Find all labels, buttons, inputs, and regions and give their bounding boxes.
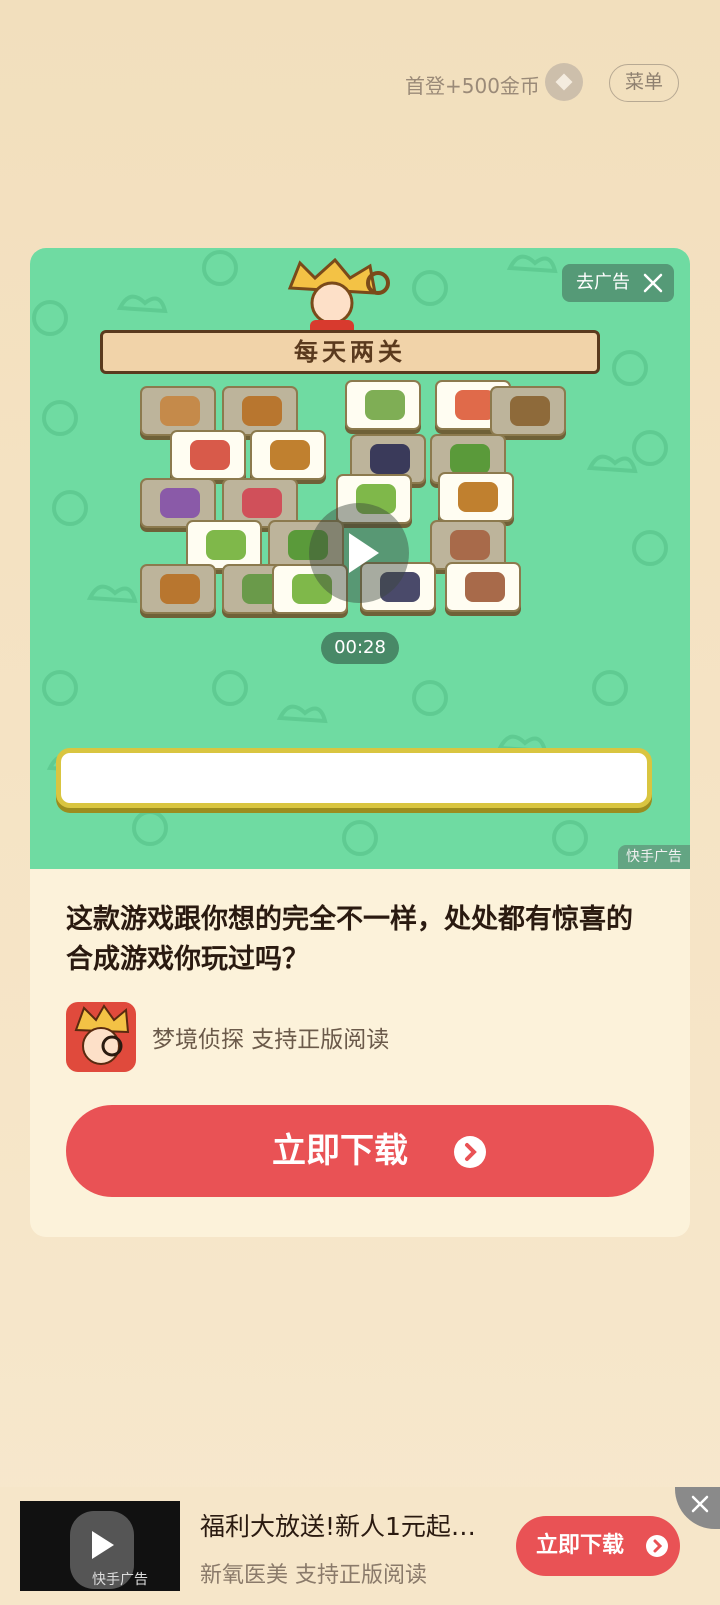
answer-bar bbox=[56, 748, 652, 808]
tile bbox=[250, 430, 326, 480]
coin-icon[interactable] bbox=[545, 63, 583, 101]
app-name[interactable]: 梦境侦探 支持正版阅读 bbox=[152, 1020, 389, 1054]
tile bbox=[222, 386, 298, 436]
bottom-ad-banner[interactable]: 快手广告 福利大放送!新人1元起… 新氧医美 支持正版阅读 立即下载 bbox=[0, 1487, 720, 1605]
bottom-ad-title[interactable]: 福利大放送!新人1元起… bbox=[200, 1507, 510, 1543]
ad-thumbnail[interactable]: 快手广告 bbox=[20, 1501, 180, 1591]
tile bbox=[140, 564, 216, 614]
ad-card[interactable]: 每天两关 00:28 去广告 快手广告 这款游戏跟你想的完全不一样，处处都有惊喜… bbox=[30, 248, 690, 1237]
remove-ad-button[interactable]: 去广告 bbox=[562, 264, 674, 302]
tile bbox=[490, 386, 566, 436]
download-label: 立即下载 bbox=[272, 1131, 408, 1171]
tile bbox=[445, 562, 521, 612]
chevron-right-icon bbox=[646, 1535, 668, 1557]
tile bbox=[140, 386, 216, 436]
menu-button[interactable]: 菜单 bbox=[609, 64, 679, 102]
first-login-bonus-text[interactable]: 首登+500金币 bbox=[405, 70, 540, 99]
ad-video[interactable]: 每天两关 00:28 去广告 快手广告 bbox=[30, 248, 690, 869]
top-bar: 首登+500金币 菜单 bbox=[0, 60, 720, 104]
play-button[interactable] bbox=[309, 503, 409, 603]
level-banner: 每天两关 bbox=[100, 330, 600, 374]
thumbnail-watermark: 快手广告 bbox=[92, 1572, 148, 1588]
ad-watermark: 快手广告 bbox=[618, 845, 690, 869]
bottom-download-button[interactable]: 立即下载 bbox=[516, 1516, 680, 1576]
remove-ad-label: 去广告 bbox=[576, 272, 630, 293]
play-icon bbox=[349, 533, 379, 573]
app-icon[interactable] bbox=[66, 1002, 136, 1072]
close-icon[interactable] bbox=[642, 272, 664, 294]
tile bbox=[345, 380, 421, 430]
tile bbox=[438, 472, 514, 522]
video-timer: 00:28 bbox=[321, 632, 399, 664]
tile bbox=[186, 520, 262, 570]
chevron-right-icon bbox=[454, 1136, 486, 1168]
play-icon bbox=[92, 1531, 114, 1559]
tile bbox=[170, 430, 246, 480]
download-button[interactable]: 立即下载 bbox=[66, 1105, 654, 1197]
bottom-download-label: 立即下载 bbox=[536, 1533, 625, 1558]
close-icon bbox=[691, 1495, 709, 1513]
banner-title: 每天两关 bbox=[294, 338, 406, 366]
detective-app-icon bbox=[74, 1004, 130, 1065]
ad-description[interactable]: 这款游戏跟你想的完全不一样，处处都有惊喜的合成游戏你玩过吗？ bbox=[66, 900, 656, 980]
bottom-ad-app-name[interactable]: 新氧医美 支持正版阅读 bbox=[200, 1557, 427, 1589]
detective-character-icon bbox=[287, 258, 390, 336]
